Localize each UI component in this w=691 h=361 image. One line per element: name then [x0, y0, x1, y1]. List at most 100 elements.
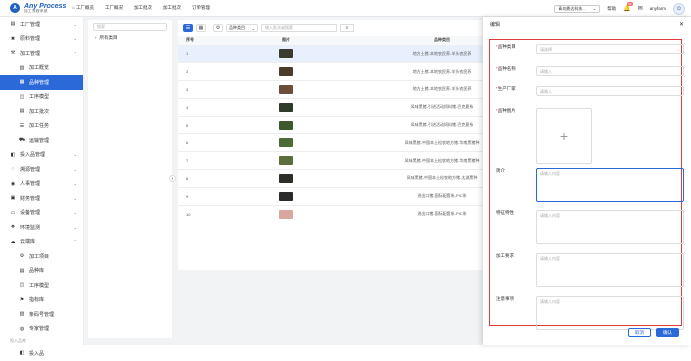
cell-no: 7 [178, 151, 256, 170]
chevron-down-icon: ⌄ [73, 195, 77, 201]
barcode-icon: ▥ [19, 311, 25, 318]
batch-icon: ▤ [19, 108, 25, 115]
input-icon: ◧ [10, 151, 16, 158]
sidebar-item[interactable]: ❖ 环境监测 ⌄ [0, 220, 83, 235]
chevron-down-icon: ⌄ [73, 152, 77, 158]
truck-icon: ⛟ [19, 136, 26, 143]
task-icon: ☰ [19, 122, 25, 129]
form-row: 加工要求 请输入内容 [496, 253, 684, 287]
sidebar-item[interactable]: ▦ 品种管理 [0, 75, 83, 90]
model-icon: ◫ [19, 282, 25, 289]
edit-form: *品种类目 请选择 ⌄ *品种名称 请输入 *生产厂家 请输入 *品种图片 + 简介 请输入内容 特征… [489, 39, 684, 330]
sidebar-item[interactable]: ⚙ 加工项目 [0, 249, 83, 264]
sidebar-item[interactable]: ▤ 加工批次 [0, 104, 83, 119]
username[interactable]: anyfarm [650, 6, 666, 11]
library-icon: ▤ [19, 267, 25, 274]
help-link[interactable]: 帮助 [607, 6, 616, 12]
expert-icon: ◍ [19, 325, 25, 332]
sidebar-item[interactable]: ⚒ 加工管理 ⌃ [0, 46, 83, 61]
cancel-button[interactable]: 取消 [628, 328, 651, 337]
topnav-item[interactable]: ⌂ 工厂概览 [72, 5, 94, 11]
settings-icon[interactable]: ⚙ [213, 24, 223, 32]
sidebar-item[interactable]: ▥ 加工概览 [0, 61, 83, 76]
sidebar-item[interactable]: ▣ 财务管理 ⌄ [0, 191, 83, 206]
cell-no: 6 [178, 133, 256, 152]
edit-drawer: 编辑 ✕ *品种类目 请选择 ⌄ *品种名称 请输入 *生产厂家 请输入 *品种图片 + 简介 请输… [483, 17, 691, 345]
form-label: 加工要求 [496, 253, 514, 258]
sidebar-item[interactable]: ◍ 专家管理 [0, 322, 83, 337]
category-select[interactable]: 请选择 ⌄ [536, 44, 684, 54]
finance-icon: ▣ [10, 195, 16, 202]
input-icon: ◧ [19, 350, 25, 357]
caret-right-icon: › [95, 35, 97, 40]
textarea-field[interactable]: 请输入内容 [536, 253, 684, 287]
form-row: *品种类目 请选择 ⌄ [496, 44, 684, 54]
cell-image [256, 186, 316, 206]
sidebar-item-label: 加工项目 [29, 253, 50, 260]
sidebar-item[interactable]: ⚑ 指标库 [0, 293, 83, 308]
sidebar-item[interactable]: ✖ 原料管理 ⌄ [0, 32, 83, 47]
tree-panel: 搜索 › 所有类目 [88, 20, 172, 338]
flag-icon: ⚑ [19, 296, 25, 303]
cross-tools-icon: ✖ [10, 35, 16, 42]
sidebar-item[interactable]: ☁ 云端库 ⌃ [0, 235, 83, 250]
avatar[interactable]: ☺ [673, 2, 685, 15]
tree-search-input[interactable]: 搜索 [93, 23, 167, 31]
sidebar-item[interactable]: ◌ 溯源管理 ⌄ [0, 162, 83, 177]
sidebar-item-label: 投入品管理 [20, 152, 46, 159]
topnav-item[interactable]: 加工批次 [134, 5, 152, 11]
sidebar-item[interactable]: ◫ 工序模型 [0, 90, 83, 105]
topnav-item[interactable]: 加工批次 [163, 5, 181, 11]
breed-thumbnail [279, 84, 293, 94]
search-icon[interactable]: ⌕ [340, 24, 354, 32]
topnav-item[interactable]: 工厂概况 [105, 5, 123, 11]
sidebar-item-label: 指标库 [29, 297, 45, 304]
text-field[interactable]: 请输入 [536, 86, 684, 96]
form-label: 特征特性 [496, 210, 514, 215]
sidebar-item-label: 加工概览 [29, 65, 50, 72]
sidebar-item[interactable]: ▤ 品种库 [0, 264, 83, 279]
mail-icon[interactable]: ✉ [638, 5, 643, 12]
close-icon[interactable]: ✕ [679, 21, 684, 28]
sidebar-item[interactable]: ◧ 投入品 [0, 346, 83, 361]
form-label: 简介 [496, 168, 505, 173]
sidebar-item[interactable]: ▥ 条码号管理 [0, 307, 83, 322]
grid-view-icon[interactable]: ▦ [196, 24, 206, 32]
text-field[interactable]: 请输入 [536, 66, 684, 76]
bell-icon[interactable]: 🔔 52 [623, 2, 633, 12]
sidebar-item[interactable]: ▤ 工厂管理 ⌄ [0, 17, 83, 32]
cell-no: 9 [178, 186, 256, 206]
topnav-item[interactable]: 订单管理 [192, 5, 210, 11]
sidebar-item-label: 环境监测 [20, 224, 41, 231]
textarea-field[interactable]: 请输入内容 [536, 296, 684, 330]
company-select[interactable]: 青岛鼎达科技... ⌄ [554, 4, 601, 13]
collapse-toggle[interactable]: ‹ [169, 175, 176, 182]
sidebar-item[interactable]: ◫ 工序模型 [0, 278, 83, 293]
sidebar-item[interactable]: ◉ 人事管理 ⌄ [0, 177, 83, 192]
device-icon: ▭ [10, 209, 16, 216]
search-input[interactable]: 输入批次或搜索 [261, 24, 337, 32]
form-row: *生产厂家 请输入 [496, 86, 684, 96]
sidebar-item[interactable]: ⛟ 运输管理 [0, 133, 83, 148]
list-view-icon[interactable]: ☰ [183, 24, 193, 32]
sidebar-item-label: 财务管理 [20, 195, 41, 202]
sidebar-item-label: 专家管理 [29, 326, 50, 333]
textarea-field[interactable]: 请输入内容 [536, 168, 684, 202]
sidebar-item-label: 品种管理 [29, 79, 50, 86]
image-upload[interactable]: + [536, 108, 592, 164]
form-label: *品种类目 [496, 44, 516, 49]
confirm-button[interactable]: 确认 [656, 328, 679, 337]
form-label: 注意事项 [496, 296, 514, 301]
filter-select[interactable]: 品种类目 ⌄ [226, 24, 258, 32]
top-nav: ⌂ 工厂概览 工厂概况 加工批次 加工批次 订单管理 [72, 5, 210, 11]
sidebar-item-label: 溯源管理 [20, 166, 41, 173]
sidebar-item[interactable]: ▭ 设备管理 ⌄ [0, 206, 83, 221]
form-row: *品种图片 + [496, 108, 592, 164]
sidebar-item[interactable]: ☰ 加工任务 [0, 119, 83, 134]
form-row: 特征特性 请输入内容 [496, 210, 684, 244]
form-label: *品种名称 [496, 66, 516, 71]
sidebar-item[interactable]: ◧ 投入品管理 ⌄ [0, 148, 83, 163]
tree-node-root[interactable]: › 所有类目 [95, 35, 172, 41]
textarea-field[interactable]: 请输入内容 [536, 210, 684, 244]
cell-no: 1 [178, 44, 256, 63]
